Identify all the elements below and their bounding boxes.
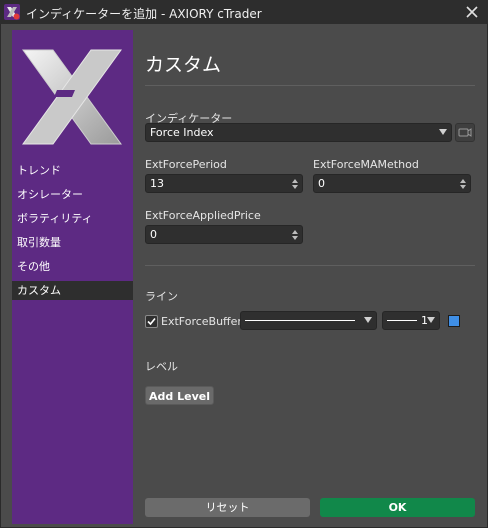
thickness-line-icon xyxy=(387,320,417,321)
window-title: インディケーターを追加 - AXIORY cTrader xyxy=(26,7,262,21)
applied-price-value: 0 xyxy=(150,228,157,241)
period-value: 13 xyxy=(150,177,164,190)
line-style-dropdown[interactable] xyxy=(240,311,377,330)
spinner-arrows-icon[interactable] xyxy=(459,177,467,191)
line-thickness-dropdown[interactable]: 1 xyxy=(382,311,440,330)
sidebar-item-volume[interactable]: 取引数量 xyxy=(12,233,133,252)
chevron-down-icon xyxy=(427,317,435,323)
camera-icon xyxy=(458,128,472,137)
ctrader-app-icon xyxy=(4,4,20,20)
solid-line-icon xyxy=(245,320,355,321)
spinner-arrows-icon[interactable] xyxy=(291,228,299,242)
divider xyxy=(145,85,475,86)
ok-button[interactable]: OK xyxy=(320,498,475,517)
page-title: カスタム xyxy=(145,54,222,76)
line-color-swatch[interactable] xyxy=(448,315,460,327)
spinner-arrows-icon[interactable] xyxy=(291,177,299,191)
chevron-down-icon xyxy=(439,129,447,135)
indicator-value: Force Index xyxy=(150,126,214,139)
ma-method-stepper[interactable]: 0 xyxy=(313,174,471,193)
levels-label: レベル xyxy=(145,360,178,373)
sidebar-item-oscillator[interactable]: オシレーター xyxy=(12,185,133,204)
period-stepper[interactable]: 13 xyxy=(145,174,303,193)
ma-method-value: 0 xyxy=(318,177,325,190)
sidebar: トレンド オシレーター ボラティリティ 取引数量 その他 カスタム xyxy=(12,30,133,524)
title-bar: インディケーターを追加 - AXIORY cTrader xyxy=(0,0,488,24)
reset-button[interactable]: リセット xyxy=(145,498,310,517)
sidebar-item-volatility[interactable]: ボラティリティ xyxy=(12,209,133,228)
buffer-checkbox[interactable] xyxy=(145,315,158,328)
sidebar-item-other[interactable]: その他 xyxy=(12,257,133,276)
lines-label: ライン xyxy=(145,290,178,303)
main-panel: カスタム インディケーター Force Index ExtForcePeriod… xyxy=(145,30,475,524)
add-level-button[interactable]: Add Level xyxy=(145,386,214,405)
close-icon[interactable] xyxy=(462,2,482,22)
snapshot-button[interactable] xyxy=(455,123,475,142)
divider xyxy=(145,265,475,266)
applied-price-label: ExtForceAppliedPrice xyxy=(145,209,261,222)
checkmark-icon xyxy=(147,317,156,326)
buffer-name: ExtForceBuffer xyxy=(161,315,242,328)
period-label: ExtForcePeriod xyxy=(145,158,227,171)
applied-price-stepper[interactable]: 0 xyxy=(145,225,303,244)
sidebar-item-trend[interactable]: トレンド xyxy=(12,161,133,180)
chevron-down-icon xyxy=(364,317,372,323)
ma-method-label: ExtForceMAMethod xyxy=(313,158,419,171)
indicator-dropdown[interactable]: Force Index xyxy=(145,123,452,142)
sidebar-item-custom[interactable]: カスタム xyxy=(12,281,133,300)
axiory-logo xyxy=(22,49,122,145)
